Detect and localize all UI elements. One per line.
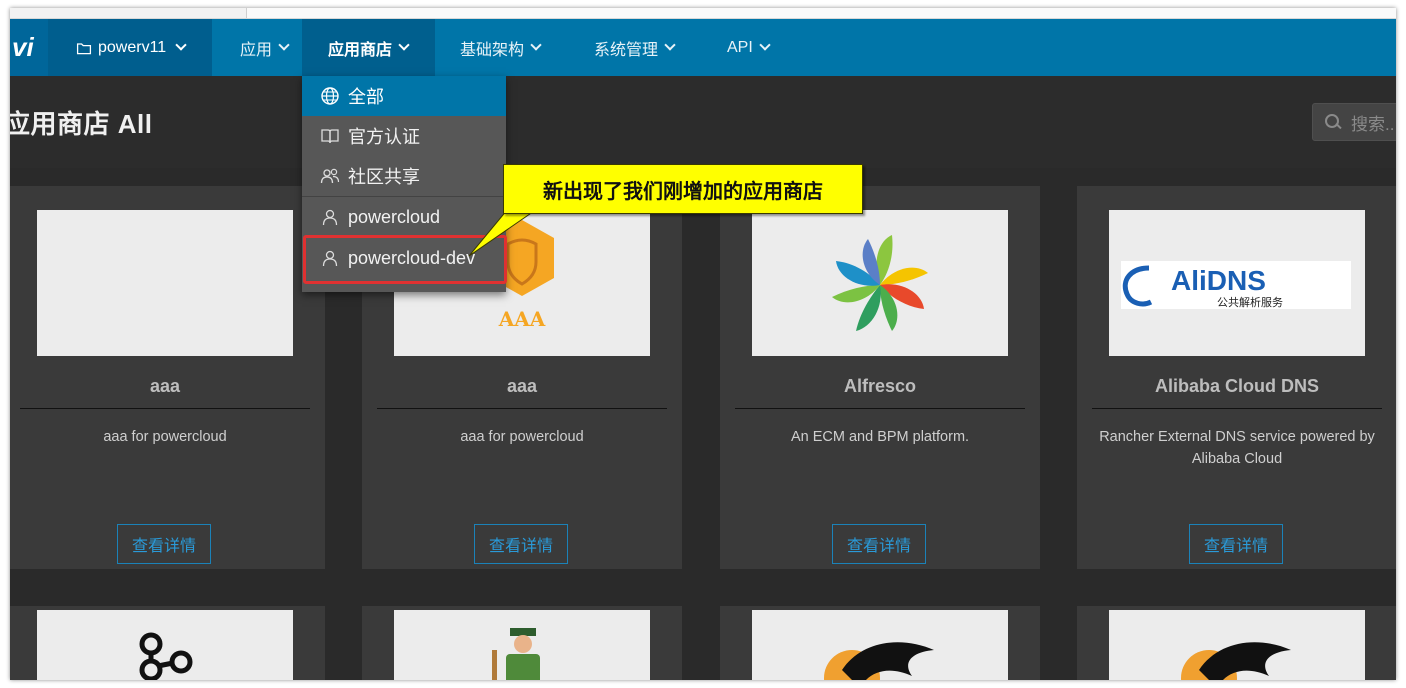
app-logo[interactable]: vi <box>10 19 48 76</box>
search-icon <box>1325 114 1341 130</box>
nav-infrastructure[interactable]: 基础架构 <box>460 19 542 76</box>
catalog-card <box>362 606 682 680</box>
chevron-down-icon <box>530 39 542 51</box>
environment-selector[interactable]: powerv11 <box>48 19 212 76</box>
page-title: 应用商店 All <box>10 109 153 139</box>
app-description: aaa for powercloud <box>103 429 227 445</box>
app-thumbnail <box>752 610 1008 680</box>
book-icon <box>321 129 339 144</box>
divider <box>1092 408 1382 409</box>
nav-system-admin[interactable]: 系统管理 <box>594 19 676 76</box>
dropdown-item-community[interactable]: 社区共享 <box>302 156 506 196</box>
globe-icon <box>321 87 339 105</box>
catalog-card <box>10 606 325 680</box>
user-icon <box>322 209 338 226</box>
divider <box>20 408 310 409</box>
alidns-logo-subtext: 公共解析服务 <box>1217 295 1283 309</box>
zookeeper-logo-icon <box>492 628 540 680</box>
view-details-button[interactable]: 查看详情 <box>832 524 926 564</box>
alfresco-logo-icon <box>832 235 928 331</box>
aaa-logo-text: AAA <box>498 307 546 331</box>
nav-api[interactable]: API <box>727 19 771 76</box>
browser-viewport: vi powerv11 应用 应用商店 基础架构 系统管理 API 应用商店 A… <box>10 8 1396 680</box>
nav-api-label: API <box>727 38 753 56</box>
catalog-card: AliDNS 公共解析服务 Alibaba Cloud DNS Rancher … <box>1077 186 1396 569</box>
app-name: Alfresco <box>843 376 917 396</box>
users-icon <box>320 168 340 184</box>
app-thumbnail <box>1109 610 1365 680</box>
chevron-down-icon <box>398 39 410 51</box>
dragon-logo-icon <box>1181 642 1291 680</box>
dropdown-item-official[interactable]: 官方认证 <box>302 116 506 156</box>
app-name: aaa <box>506 376 538 396</box>
catalog-card: Alfresco An ECM and BPM platform. 查看详情 <box>720 186 1040 569</box>
app-name: Alibaba Cloud DNS <box>1154 376 1319 396</box>
search-box[interactable]: 搜索... <box>1312 103 1396 141</box>
chevron-down-icon <box>278 39 290 51</box>
dropdown-item-all[interactable]: 全部 <box>302 76 506 116</box>
nav-apps[interactable]: 应用 <box>240 19 290 76</box>
nav-system-admin-label: 系统管理 <box>594 41 659 59</box>
view-details-button[interactable]: 查看详情 <box>474 524 568 564</box>
divider <box>735 408 1025 409</box>
dropdown-item-label: powercloud <box>348 206 441 227</box>
app-description: Rancher External DNS service powered by … <box>1099 429 1375 467</box>
chevron-down-icon <box>759 39 771 51</box>
browser-tab-edge <box>246 8 1396 18</box>
app-thumbnail <box>37 610 293 680</box>
alidns-logo-icon: AliDNS 公共解析服务 <box>1121 261 1351 309</box>
app-thumbnail <box>394 610 650 680</box>
catalog-card: aaa aaa for powercloud 查看详情 <box>10 186 325 569</box>
kafka-logo-icon <box>139 632 193 680</box>
nav-app-store[interactable]: 应用商店 <box>302 19 435 76</box>
catalog-card <box>1077 606 1396 680</box>
dragon-logo-icon <box>824 642 934 680</box>
nav-app-store-label: 应用商店 <box>328 41 393 59</box>
view-details-button[interactable]: 查看详情 <box>1189 524 1283 564</box>
view-details-button[interactable]: 查看详情 <box>117 524 211 564</box>
app-thumbnail <box>752 210 1008 356</box>
app-thumbnail: AliDNS 公共解析服务 <box>1109 210 1365 356</box>
chevron-down-icon <box>664 39 676 51</box>
environment-name: powerv11 <box>98 38 167 56</box>
dropdown-item-label: 官方认证 <box>348 127 420 147</box>
divider <box>377 408 667 409</box>
nav-apps-label: 应用 <box>240 41 273 59</box>
dropdown-item-label: 全部 <box>348 87 384 107</box>
app-name: aaa <box>149 376 181 396</box>
chevron-down-icon <box>175 39 187 51</box>
annotation-callout: 新出现了我们刚增加的应用商店 <box>503 164 863 214</box>
browser-tab-strip <box>10 8 1396 19</box>
catalog-card <box>720 606 1040 680</box>
dropdown-item-label: 社区共享 <box>348 167 420 187</box>
search-placeholder: 搜索... <box>1351 114 1396 134</box>
app-description: aaa for powercloud <box>460 429 584 445</box>
app-thumbnail <box>37 210 293 356</box>
top-navbar: vi powerv11 应用 应用商店 基础架构 系统管理 API <box>10 19 1396 76</box>
folder-icon <box>76 42 92 54</box>
nav-infrastructure-label: 基础架构 <box>460 41 525 59</box>
app-description: An ECM and BPM platform. <box>790 429 970 445</box>
alidns-logo-text: AliDNS <box>1171 265 1266 296</box>
